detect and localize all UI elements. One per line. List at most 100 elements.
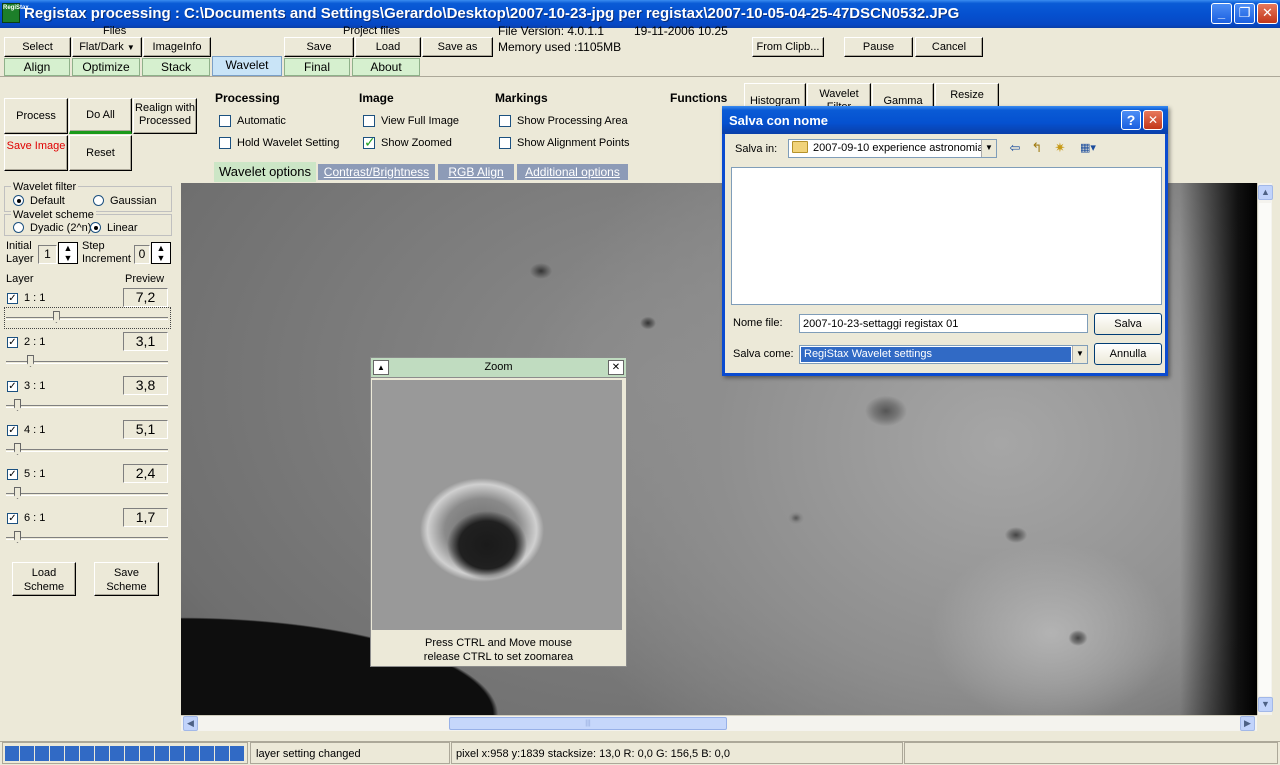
hold-wavelet-row[interactable]: Hold Wavelet Setting [219,137,339,152]
layer-preview-value[interactable]: 3,8 [123,376,168,395]
zoom-close-icon[interactable]: ✕ [608,360,624,375]
do-all-button[interactable]: Do All [69,98,132,134]
layer-slider-track[interactable] [6,537,168,540]
from-clipboard-button[interactable]: From Clipb... [752,37,824,57]
subtab-rgb-align[interactable]: RGB Align [438,164,514,180]
tab-align[interactable]: Align [4,58,70,76]
show-processing-area-row[interactable]: Show Processing Area [499,115,628,130]
layer-slider-thumb[interactable] [14,399,21,411]
default-radio-row[interactable]: Default [13,195,65,209]
initial-layer-value[interactable]: 1 [38,245,57,264]
layer-enable-checkbox[interactable]: ✓ [7,425,18,436]
vertical-scrollbar[interactable]: ▲ ▼ [1257,183,1273,715]
layer-preview-value[interactable]: 1,7 [123,508,168,527]
linear-radio[interactable] [90,222,101,233]
select-button[interactable]: Select [4,37,71,57]
gaussian-radio[interactable] [93,195,104,206]
show-zoomed-checkbox[interactable]: ✓ [363,134,376,150]
layer-preview-value[interactable]: 7,2 [123,288,168,307]
up-folder-icon[interactable]: ↰ [1028,140,1046,156]
maximize-button[interactable]: ❐ [1234,3,1255,24]
load-scheme-button[interactable]: Load Scheme [12,562,76,596]
layer-slider-thumb[interactable] [14,531,21,543]
flat-dark-button[interactable]: Flat/Dark ▼ [72,37,142,57]
layer-enable-checkbox[interactable]: ✓ [7,293,18,304]
tab-about[interactable]: About [352,58,420,76]
layer-slider-thumb[interactable] [14,443,21,455]
initial-layer-spinner[interactable]: ▲ ▼ [58,242,78,264]
subtab-additional-options[interactable]: Additional options [517,164,628,180]
view-full-image-checkbox[interactable] [363,115,375,127]
view-full-image-row[interactable]: View Full Image [363,115,459,130]
view-menu-icon[interactable]: ▦▾ [1075,140,1101,156]
save-scheme-button[interactable]: Save Scheme [94,562,159,596]
layer-slider-track[interactable] [6,449,168,452]
step-increment-spinner[interactable]: ▲ ▼ [151,242,171,264]
dialog-close-button[interactable]: ✕ [1143,110,1163,130]
horizontal-scroll-thumb[interactable]: ||| [449,717,727,730]
zoom-window-titlebar[interactable]: ▲ Zoom ✕ [371,358,626,378]
reset-button[interactable]: Reset [69,135,132,171]
vertical-scroll-track[interactable] [1259,203,1271,696]
close-window-button[interactable]: ✕ [1257,3,1278,24]
annulla-button[interactable]: Annulla [1094,343,1162,365]
tab-final[interactable]: Final [284,58,350,76]
load-project-button[interactable]: Load [355,37,421,57]
cancel-button[interactable]: Cancel [915,37,983,57]
show-zoomed-row[interactable]: ✓ Show Zoomed [363,134,452,152]
horizontal-scrollbar[interactable]: ◀ ||| ▶ [181,715,1257,731]
save-button[interactable]: Salva [1094,313,1162,335]
save-in-combo[interactable]: 2007-09-10 experience astronomia ▼ [788,139,997,158]
layer-preview-value[interactable]: 3,1 [123,332,168,351]
layer-slider-track[interactable] [6,405,168,408]
layer-preview-value[interactable]: 2,4 [123,464,168,483]
layer-enable-checkbox[interactable]: ✓ [7,337,18,348]
save-project-button[interactable]: Save [284,37,354,57]
scroll-left-button[interactable]: ◀ [183,716,198,731]
save-as-project-button[interactable]: Save as [422,37,493,57]
step-increment-value[interactable]: 0 [134,245,150,264]
zoom-preview-image[interactable] [372,380,622,630]
subtab-contrast-brightness[interactable]: Contrast/Brightness [318,164,435,180]
save-image-button[interactable]: Save Image [4,135,68,171]
layer-slider-thumb[interactable] [14,487,21,499]
dyadic-radio-row[interactable]: Dyadic (2^n) [13,222,91,236]
automatic-checkbox[interactable] [219,115,231,127]
filename-input[interactable] [799,314,1088,333]
imageinfo-button[interactable]: ImageInfo [143,37,211,57]
show-alignment-points-checkbox[interactable] [499,137,511,149]
layer-slider-thumb[interactable] [26,355,34,367]
chevron-down-icon[interactable]: ▼ [981,140,996,157]
back-icon[interactable]: ⇦ [1006,140,1024,156]
help-button[interactable]: ? [1121,110,1141,130]
show-alignment-points-row[interactable]: Show Alignment Points [499,137,630,152]
dyadic-radio[interactable] [13,222,24,233]
minimize-button[interactable]: _ [1211,3,1232,24]
scroll-right-button[interactable]: ▶ [1240,716,1255,731]
scroll-up-button[interactable]: ▲ [1258,185,1273,200]
chevron-down-icon[interactable]: ▼ [1072,346,1087,363]
automatic-checkbox-row[interactable]: Automatic [219,115,286,130]
save-as-type-combo[interactable]: RegiStax Wavelet settings ▼ [799,345,1088,364]
layer-preview-value[interactable]: 5,1 [123,420,168,439]
default-radio[interactable] [13,195,24,206]
scroll-down-button[interactable]: ▼ [1258,697,1273,712]
layer-enable-checkbox[interactable]: ✓ [7,381,18,392]
tab-optimize[interactable]: Optimize [72,58,140,76]
gaussian-radio-row[interactable]: Gaussian [93,195,156,209]
new-folder-icon[interactable]: ✷ [1051,140,1069,156]
tab-stack[interactable]: Stack [142,58,210,76]
layer-enable-checkbox[interactable]: ✓ [7,513,18,524]
save-dialog-titlebar[interactable]: Salva con nome ? ✕ [722,106,1168,134]
linear-radio-row[interactable]: Linear [90,222,138,236]
subtab-wavelet-options[interactable]: Wavelet options [214,162,316,182]
hold-wavelet-checkbox[interactable] [219,137,231,149]
layer-slider-track[interactable] [6,493,168,496]
file-list[interactable] [731,167,1162,305]
show-processing-area-checkbox[interactable] [499,115,511,127]
layer-enable-checkbox[interactable]: ✓ [7,469,18,480]
pause-button[interactable]: Pause [844,37,913,57]
process-button[interactable]: Process [4,98,68,134]
realign-button[interactable]: Realign with Processed [133,98,197,134]
tab-wavelet[interactable]: Wavelet [212,56,282,76]
